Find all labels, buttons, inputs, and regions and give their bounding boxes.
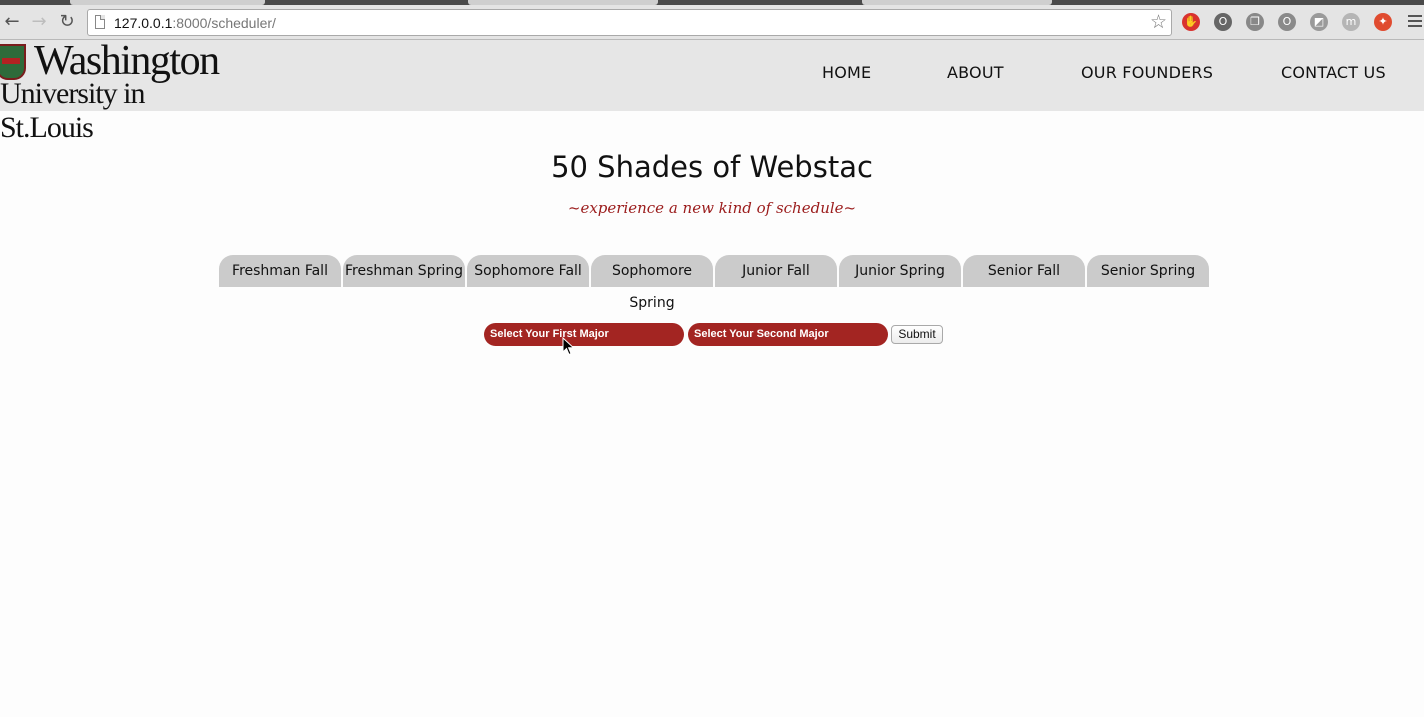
tab-strip — [0, 0, 1424, 5]
url-host: 127.0.0.1 — [114, 15, 173, 31]
address-bar[interactable]: 127.0.0.1:8000/scheduler/ ☆ — [87, 9, 1172, 36]
url-path: :8000/scheduler/ — [172, 15, 276, 31]
second-major-select[interactable]: Select Your Second Major — [688, 323, 888, 346]
page-title: 50 Shades of Webstac — [551, 150, 873, 184]
back-button-icon[interactable]: ← — [1, 11, 23, 33]
reload-button-icon[interactable]: ↻ — [56, 11, 78, 33]
puzzle-icon[interactable]: ✦ — [1374, 13, 1392, 31]
shield-icon — [0, 44, 26, 80]
tab-sophomore-fall[interactable]: Sophomore Fall — [467, 255, 589, 287]
url-text[interactable]: 127.0.0.1:8000/scheduler/ — [114, 14, 276, 32]
forward-button-icon[interactable]: → — [28, 11, 50, 33]
bookmark-star-icon[interactable]: ☆ — [1150, 11, 1167, 33]
page-tagline: ~experience a new kind of schedule~ — [567, 199, 857, 217]
university-logo[interactable]: Washington University in St.Louis — [0, 39, 220, 144]
nav-home-link[interactable]: HOME — [822, 63, 871, 83]
page-icon — [95, 15, 105, 29]
browser-toolbar: ← → ↻ 127.0.0.1:8000/scheduler/ ☆ ✋ O ❐ O ◩ m… — [0, 0, 1424, 40]
site-header: Washington University in St.Louis HOME A… — [0, 39, 1424, 144]
nav-our-founders-link[interactable]: OUR FOUNDERS — [1081, 63, 1213, 83]
submit-button[interactable]: Submit — [891, 325, 943, 344]
ghostery-icon[interactable]: O — [1214, 13, 1232, 31]
browser-tab[interactable] — [70, 0, 265, 5]
mail-icon[interactable]: m — [1342, 13, 1360, 31]
logo-text-line2: University in St.Louis — [0, 77, 146, 144]
nav-about-link[interactable]: ABOUT — [947, 63, 1004, 83]
copy-icon[interactable]: ❐ — [1246, 13, 1264, 31]
tab-junior-fall[interactable]: Junior Fall — [715, 255, 837, 287]
hamburger-menu-icon[interactable] — [1408, 15, 1422, 27]
tab-freshman-spring[interactable]: Freshman Spring — [343, 255, 465, 287]
first-major-select[interactable]: Select Your First Major — [484, 323, 684, 346]
evernote-icon[interactable]: ◩ — [1310, 13, 1328, 31]
tab-junior-spring[interactable]: Junior Spring — [839, 255, 961, 287]
tab-sophomore-spring[interactable]: Sophomore Spring — [591, 255, 713, 311]
browser-tab[interactable] — [468, 0, 658, 5]
tab-senior-fall[interactable]: Senior Fall — [963, 255, 1085, 287]
opera-icon[interactable]: O — [1278, 13, 1296, 31]
browser-tab[interactable] — [862, 0, 1052, 5]
tab-senior-spring[interactable]: Senior Spring — [1087, 255, 1209, 287]
nav-contact-us-link[interactable]: CONTACT US — [1281, 63, 1386, 83]
mouse-cursor-icon — [562, 337, 575, 356]
adblock-icon[interactable]: ✋ — [1182, 13, 1200, 31]
tab-freshman-fall[interactable]: Freshman Fall — [219, 255, 341, 287]
